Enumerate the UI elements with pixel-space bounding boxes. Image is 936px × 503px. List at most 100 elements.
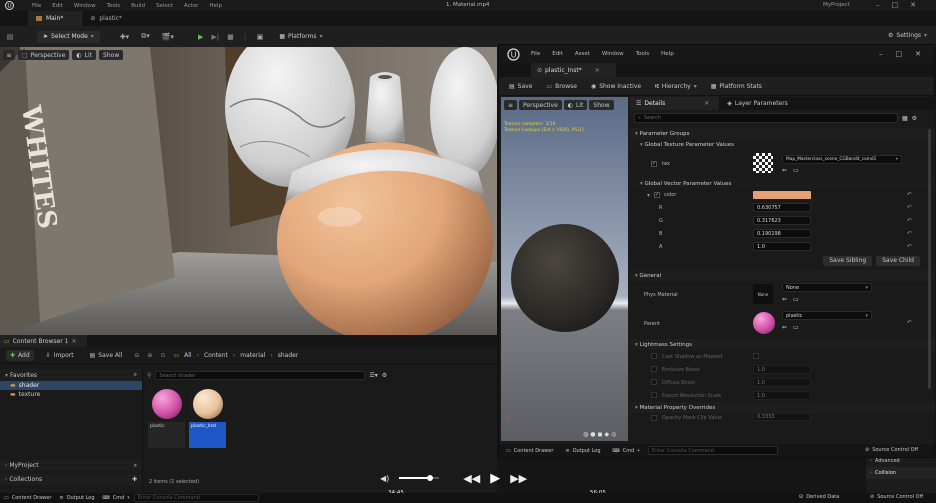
texture-thumbnail[interactable] (753, 153, 773, 173)
parent-material-thumbnail[interactable] (753, 312, 775, 334)
editor-menu-asset[interactable]: Asset (575, 51, 590, 57)
step-icon[interactable]: ▶| (211, 33, 219, 41)
select-mode-button[interactable]: ➤ Select Mode ▾ (37, 30, 100, 43)
search-icon[interactable]: ⌕ (134, 371, 137, 379)
override-checkbox[interactable] (651, 379, 657, 385)
preview-show-button[interactable]: Show (589, 100, 614, 110)
fast-forward-icon[interactable]: ▶▶ (510, 472, 527, 485)
stop-icon[interactable]: ■ (227, 33, 234, 41)
editor-source-control-button[interactable]: ⊘ Source Control Off (861, 446, 922, 454)
reset-to-default-icon[interactable]: ↶ (907, 204, 912, 211)
browse-folder-icon[interactable]: ▭ (793, 167, 799, 174)
details-search-input[interactable]: ⌕ Search (634, 113, 898, 123)
source-control-button[interactable]: ⊘ Source Control Off (866, 493, 927, 501)
menu-select[interactable]: Select (156, 3, 173, 9)
menu-file[interactable]: File (32, 3, 41, 9)
texture-asset-picker[interactable]: Map_Masterclass_scene_CGBandit_comd1 ▾ (782, 155, 902, 164)
content-drawer-button[interactable]: ▭ Content Drawer (0, 494, 55, 502)
color-override-checkbox[interactable]: ✓ (654, 192, 660, 198)
browse-folder-icon[interactable]: ▭ (793, 296, 799, 303)
breadcrumb-all[interactable]: All (184, 352, 191, 359)
editor-cmd-button[interactable]: ⌨ Cmd ▾ (609, 447, 644, 455)
menu-build[interactable]: Build (131, 3, 145, 9)
texture-group-header[interactable]: ▾ Global Texture Parameter Values (630, 139, 935, 150)
material-preview-viewport[interactable]: ≡ Perspective ◐ Lit Show Texture samplers… (501, 97, 628, 441)
collections-header[interactable]: › Collections ✚ (0, 474, 142, 485)
save-level-icon[interactable]: ▤ (5, 33, 15, 41)
viewport-menu-button[interactable]: ≡ (3, 50, 15, 60)
history-icon[interactable]: ⊙ (160, 352, 165, 359)
export-resolution-input[interactable]: 1.0 (753, 391, 811, 400)
back-icon[interactable]: ⊖ (134, 352, 139, 359)
browse-button[interactable]: ▭ Browse (542, 82, 581, 91)
search-input[interactable]: Search shader (155, 371, 366, 380)
override-checkbox[interactable] (651, 366, 657, 372)
volume-slider[interactable] (399, 475, 440, 481)
tab-layer-parameters[interactable]: ◈ Layer Parameters (719, 97, 798, 110)
unreal-logo-icon[interactable]: U (2, 0, 16, 11)
maximize-icon[interactable]: □ (896, 50, 903, 58)
channel-r-input[interactable]: 0.630757 (753, 203, 811, 212)
search-icon[interactable]: ⌕ (134, 462, 137, 470)
preview-menu-button[interactable]: ≡ (504, 100, 518, 110)
filter-icon[interactable]: ⚲ (147, 372, 151, 379)
show-inactive-button[interactable]: ◉ Show Inactive (587, 82, 645, 91)
details-scrollbar[interactable] (928, 129, 931, 389)
channel-g-input[interactable]: 0.317623 (753, 216, 811, 225)
save-all-button[interactable]: ▤ Save All (86, 351, 127, 360)
reset-to-default-icon[interactable]: ↶ (907, 230, 912, 237)
breadcrumb-content[interactable]: Content (204, 352, 228, 359)
cmd-button[interactable]: ⌨ Cmd ▾ (99, 494, 134, 502)
general-header[interactable]: ▾ General (630, 270, 935, 281)
hierarchy-button[interactable]: ⑆ Hierarchy ▾ (651, 82, 701, 91)
rewind-icon[interactable]: ◀◀ (463, 472, 480, 485)
asset-tile-plastic[interactable]: plastic (148, 386, 185, 448)
tab-details[interactable]: ☰ Details ✕ (630, 97, 720, 110)
reset-to-default-icon[interactable]: ↶ (907, 217, 912, 224)
editor-tab-plastic-inst[interactable]: ⊘ plastic_Inst* ✕ (531, 63, 616, 77)
editor-console-input[interactable]: Enter Console Command (647, 446, 778, 455)
browse-to-asset-icon[interactable]: ⇐ (782, 324, 787, 331)
breadcrumb-shader[interactable]: shader (278, 352, 299, 359)
expand-icon[interactable]: ▾ (647, 192, 650, 199)
tex-override-checkbox[interactable]: ✓ (651, 161, 657, 167)
console-input[interactable]: Enter Console Command (133, 494, 259, 502)
folder-item-shader[interactable]: ▬ shader (0, 381, 142, 390)
settings-button[interactable]: ⚙ Settings ▾ (884, 31, 931, 40)
add-actor-icon[interactable]: ✚▾ (120, 33, 129, 41)
override-checkbox[interactable] (651, 415, 657, 421)
browse-to-asset-icon[interactable]: ⇐ (782, 296, 787, 303)
platforms-button[interactable]: ▦ Platforms ▾ (275, 32, 326, 41)
browse-folder-icon[interactable]: ▭ (793, 324, 799, 331)
channel-b-input[interactable]: 0.190198 (753, 229, 811, 238)
emissive-boost-input[interactable]: 1.0 (753, 365, 811, 374)
plane-icon[interactable]: ◼ (598, 431, 603, 438)
reset-to-default-icon[interactable]: ↶ (907, 319, 912, 326)
cube-icon[interactable]: ◆ (604, 431, 609, 438)
menu-tools[interactable]: Tools (107, 3, 121, 9)
parameter-groups-header[interactable]: ▾ Parameter Groups (630, 128, 935, 139)
asset-tile-plastic-inst[interactable]: plastic_Inst (189, 386, 226, 448)
override-checkbox[interactable] (651, 392, 657, 398)
save-button[interactable]: ▤ Save (505, 82, 536, 91)
add-collection-icon[interactable]: ✚ (132, 476, 137, 483)
channel-a-input[interactable]: 1.0 (753, 242, 811, 251)
opacity-mask-input[interactable]: 0.3333 (753, 413, 811, 421)
output-log-button[interactable]: ≡ Output Log (55, 494, 98, 502)
override-checkbox[interactable] (651, 353, 657, 359)
preview-lit-button[interactable]: ◐ Lit (563, 100, 588, 110)
property-overrides-header[interactable]: ▾ Material Property Overrides (630, 402, 935, 413)
add-button[interactable]: ✚ Add (6, 349, 34, 361)
close-icon[interactable]: ✕ (71, 338, 76, 345)
play-video-icon[interactable]: ▶ (490, 471, 500, 486)
editor-output-log-button[interactable]: ≡ Output Log (561, 447, 604, 455)
content-browser-tab[interactable]: ▭ Content Browser 1 ✕ (0, 335, 87, 347)
cylinder-icon[interactable]: ◍ (583, 431, 588, 438)
phys-material-thumbnail[interactable]: None (753, 284, 773, 304)
diffuse-boost-input[interactable]: 1.0 (753, 378, 811, 387)
show-button[interactable]: Show (99, 50, 124, 60)
close-icon[interactable]: ✕ (910, 1, 916, 9)
perspective-button[interactable]: ⬚ Perspective (18, 50, 70, 60)
editor-content-drawer-button[interactable]: ▭ Content Drawer (502, 447, 557, 455)
save-child-button[interactable]: Save Child (876, 255, 920, 266)
